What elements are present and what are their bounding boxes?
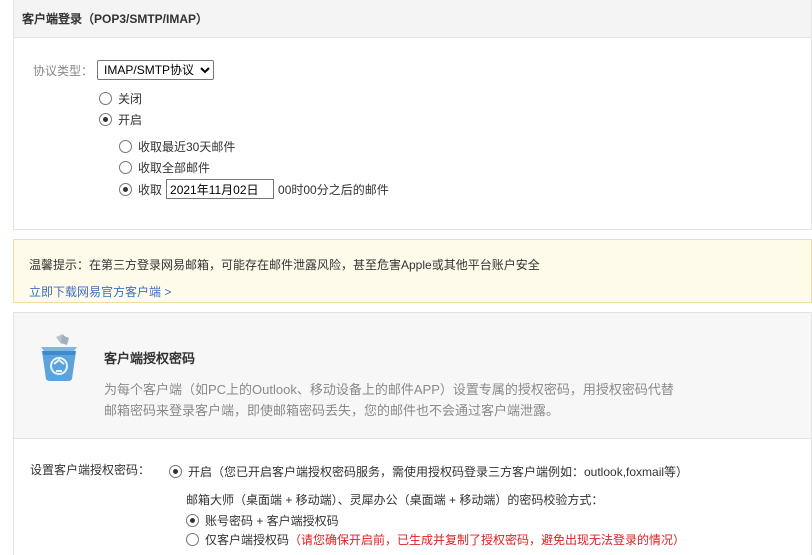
radio-auth-on[interactable]: [169, 465, 182, 478]
radio-off[interactable]: [99, 92, 112, 105]
radio-since[interactable]: [119, 182, 132, 196]
protocol-label: 协议类型：: [33, 63, 94, 78]
radio-on[interactable]: [99, 113, 112, 126]
verify-option-2-label: 仅客户端授权码: [205, 533, 290, 547]
option-on-label: 开启: [118, 113, 143, 127]
since-date-input[interactable]: [166, 179, 275, 199]
auth-description: 为每个客户端（如PC上的Outlook、移动设备上的邮件APP）设置专属的授权密…: [104, 382, 674, 418]
recycle-bin-icon: [41, 334, 77, 381]
verify-option-2-warning: （请您确保开启前，已生成并复制了授权密码，避免出现无法登录的情况）: [289, 533, 686, 547]
client-login-header: 客户端登录（POP3/SMTP/IMAP）: [14, 0, 811, 38]
option-since[interactable]: 收取 00时00分之后的邮件: [119, 179, 389, 199]
auth-on-label: 开启（您已开启客户端授权密码服务，需使用授权码登录三方客户端例如：outlook…: [188, 465, 689, 479]
verify-option-1-label: 账号密码 + 客户端授权码: [205, 514, 339, 528]
radio-verify-1[interactable]: [186, 514, 199, 527]
option-on[interactable]: 开启: [99, 111, 142, 128]
option-all-label: 收取全部邮件: [138, 161, 211, 175]
tip-text: 温馨提示：在第三方登录网易邮箱，可能存在邮件泄露风险，甚至危害Apple或其他平…: [29, 258, 540, 272]
verify-title-row: 邮箱大师（桌面端 + 移动端）、灵犀办公（桌面端 + 移动端）的密码校验方式：: [186, 491, 603, 508]
verify-option-1[interactable]: 账号密码 + 客户端授权码: [186, 512, 339, 529]
download-client-link[interactable]: 立即下载网易官方客户端 >: [29, 283, 171, 300]
security-tip: 温馨提示：在第三方登录网易邮箱，可能存在邮件泄露风险，甚至危害Apple或其他平…: [13, 239, 812, 303]
auth-intro: 客户端授权密码 为每个客户端（如PC上的Outlook、移动设备上的邮件APP）…: [14, 313, 811, 439]
radio-verify-2[interactable]: [186, 533, 199, 546]
option-last30-label: 收取最近30天邮件: [138, 140, 236, 154]
radio-last30[interactable]: [119, 140, 132, 153]
verify-title: 邮箱大师（桌面端 + 移动端）、灵犀办公（桌面端 + 移动端）的密码校验方式：: [186, 493, 604, 507]
protocol-row: 协议类型： IMAP/SMTP协议: [33, 60, 215, 80]
option-last30[interactable]: 收取最近30天邮件: [119, 138, 235, 155]
auth-password-panel: 客户端授权密码 为每个客户端（如PC上的Outlook、移动设备上的邮件APP）…: [13, 312, 812, 555]
option-since-suffix: 00时00分之后的邮件: [278, 182, 389, 197]
auth-on-option[interactable]: 开启（您已开启客户端授权密码服务，需使用授权码登录三方客户端例如：outlook…: [169, 463, 688, 480]
option-since-prefix: 收取: [138, 182, 163, 197]
option-off-label: 关闭: [118, 92, 143, 106]
radio-all[interactable]: [119, 161, 132, 174]
protocol-select[interactable]: IMAP/SMTP协议: [97, 60, 215, 80]
auth-title: 客户端授权密码: [104, 351, 196, 366]
option-off[interactable]: 关闭: [99, 90, 142, 107]
set-auth-label: 设置客户端授权密码：: [30, 463, 151, 477]
option-all[interactable]: 收取全部邮件: [119, 159, 210, 176]
verify-option-2[interactable]: 仅客户端授权码 （请您确保开启前，已生成并复制了授权密码，避免出现无法登录的情况…: [186, 531, 685, 548]
